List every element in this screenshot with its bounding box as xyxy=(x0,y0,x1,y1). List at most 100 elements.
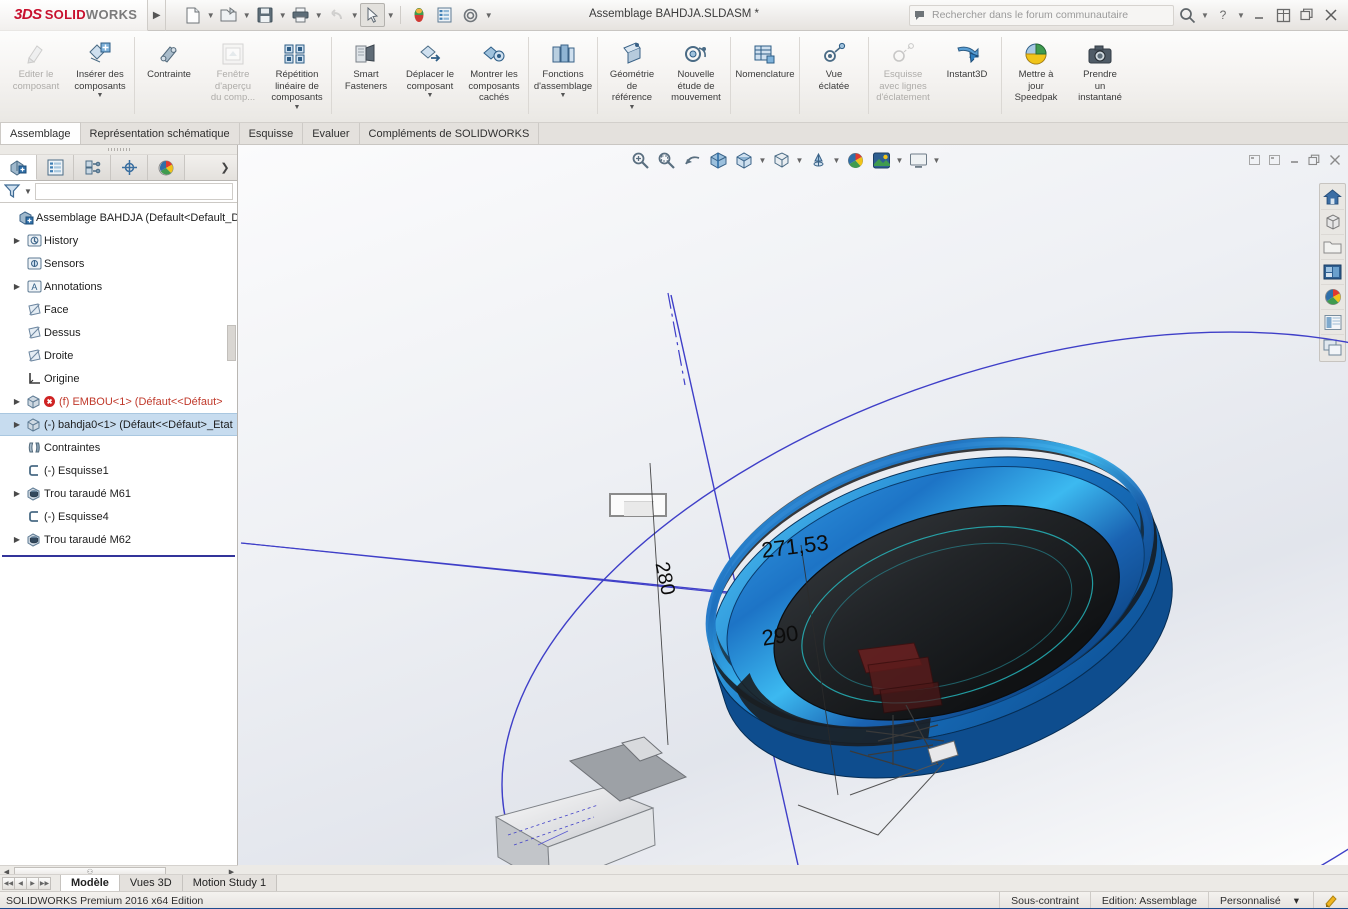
configuration-manager-tab[interactable] xyxy=(74,155,111,180)
ribbon-button-instant3d[interactable]: Instant3D xyxy=(935,31,999,122)
command-tab-evaluer[interactable]: Evaluer xyxy=(302,123,359,144)
dimension-text[interactable]: 271,53 xyxy=(760,530,830,564)
print-icon[interactable] xyxy=(288,3,313,27)
ribbon-button-dropdown-icon[interactable]: ▼ xyxy=(97,93,104,99)
panel-tabs-overflow-icon[interactable]: ❯ xyxy=(213,155,237,180)
ribbon-button-linear-component-pattern[interactable]: Répétition linéaire de composants▼ xyxy=(265,31,329,122)
ribbon-button-reference-geometry[interactable]: Géométrie de référence▼ xyxy=(600,31,664,122)
tree-filter-input[interactable] xyxy=(35,183,233,200)
panel-grip[interactable] xyxy=(0,145,237,155)
display-manager-tab[interactable] xyxy=(148,155,185,180)
undo-dropdown-icon[interactable]: ▼ xyxy=(350,3,359,27)
ribbon-button-dropdown-icon[interactable]: ▼ xyxy=(629,105,636,111)
property-manager-tab[interactable] xyxy=(37,155,74,180)
feature-manager-tab[interactable] xyxy=(0,155,37,180)
maximize-button[interactable] xyxy=(1296,4,1318,26)
ribbon-button-dropdown-icon[interactable]: ▼ xyxy=(294,105,301,111)
select-tool-icon[interactable] xyxy=(360,3,385,27)
ribbon-separator xyxy=(597,37,598,114)
graphics-area[interactable]: ▼▼▼▼▼ xyxy=(238,145,1348,865)
tab-last-button[interactable]: ▶▶ xyxy=(38,877,51,890)
print-dropdown-icon[interactable]: ▼ xyxy=(314,3,323,27)
ribbon-button-label: Insérer des composants xyxy=(73,69,126,92)
tree-expander-icon[interactable]: ▶ xyxy=(10,282,24,291)
document-tab-mod-le[interactable]: Modèle xyxy=(60,875,120,891)
filter-dropdown-icon[interactable]: ▼ xyxy=(24,187,32,196)
tree-item[interactable]: ▶Trou taraudé M61 xyxy=(0,482,237,505)
tree-item[interactable]: Face xyxy=(0,298,237,321)
ribbon-button-update-speedpak[interactable]: Mettre à jour Speedpak xyxy=(1004,31,1068,122)
ribbon-button-new-motion-study[interactable]: Nouvelle étude de mouvement xyxy=(664,31,728,122)
tree-item[interactable]: Droite xyxy=(0,344,237,367)
ribbon-button-dropdown-icon[interactable]: ▼ xyxy=(427,93,434,99)
command-tab-repr-sentation-sch-matique[interactable]: Représentation schématique xyxy=(80,123,240,144)
tree-item[interactable]: Sensors xyxy=(0,252,237,275)
ribbon-button-exploded-view[interactable]: Vue éclatée xyxy=(802,31,866,122)
tree-rollback-bar[interactable] xyxy=(2,555,235,557)
tree-expander-icon[interactable]: ▶ xyxy=(10,236,24,245)
smart-fasteners-icon xyxy=(353,36,379,66)
restore-button[interactable] xyxy=(1272,4,1294,26)
file-properties-icon[interactable] xyxy=(432,3,457,27)
search-icon[interactable] xyxy=(1176,4,1198,26)
select-tool-dropdown-icon[interactable]: ▼ xyxy=(386,3,395,27)
tree-expander-icon[interactable]: ▶ xyxy=(10,535,24,544)
command-tab-esquisse[interactable]: Esquisse xyxy=(239,123,304,144)
tree-expander-icon[interactable]: ▶ xyxy=(10,397,24,406)
close-button[interactable] xyxy=(1320,4,1342,26)
command-tab-compl-ments-de-solidworks[interactable]: Compléments de SOLIDWORKS xyxy=(359,123,540,144)
open-document-icon[interactable] xyxy=(216,3,241,27)
dimxpert-manager-tab[interactable] xyxy=(111,155,148,180)
search-dropdown-icon[interactable]: ▼ xyxy=(1200,4,1210,26)
menu-expand-arrow-icon[interactable]: ▶ xyxy=(148,0,166,31)
new-document-dropdown-icon[interactable]: ▼ xyxy=(206,3,215,27)
minimize-button[interactable] xyxy=(1248,4,1270,26)
units-label[interactable]: Personnalisé xyxy=(1208,892,1292,909)
help-dropdown-icon[interactable]: ▼ xyxy=(1236,4,1246,26)
ribbon-button-take-snapshot[interactable]: Prendre un instantané xyxy=(1068,31,1132,122)
ribbon-button-insert-components[interactable]: Insérer des composants▼ xyxy=(68,31,132,122)
options-dropdown-icon[interactable]: ▼ xyxy=(484,3,493,27)
ribbon-button-assembly-features[interactable]: Fonctions d'assemblage▼ xyxy=(531,31,595,122)
tree-vertical-scrollbar[interactable] xyxy=(227,325,236,361)
help-button[interactable]: ? xyxy=(1212,4,1234,26)
rebuild-icon[interactable] xyxy=(406,3,431,27)
save-icon[interactable] xyxy=(252,3,277,27)
tree-item[interactable]: (-) Esquisse1 xyxy=(0,459,237,482)
solidworks-logo[interactable]: 3DS SOLID WORKS xyxy=(0,0,148,31)
ribbon-button-smart-fasteners[interactable]: Smart Fasteners xyxy=(334,31,398,122)
ribbon-button-mate[interactable]: Contrainte xyxy=(137,31,201,122)
tree-item[interactable]: Contraintes xyxy=(0,436,237,459)
options-gear-icon[interactable] xyxy=(458,3,483,27)
tree-item[interactable]: ▶History xyxy=(0,229,237,252)
ribbon-button-bill-of-materials[interactable]: Nomenclature xyxy=(733,31,797,122)
search-input[interactable]: Rechercher dans le forum communautaire xyxy=(909,5,1174,26)
tree-item[interactable]: ▶(-) bahdja0<1> (Défaut<<Défaut>_Etat xyxy=(0,413,237,436)
tree-item[interactable]: ▶Trou taraudé M62 xyxy=(0,528,237,551)
tree-item[interactable]: ▶✖(f) EMBOU<1> (Défaut<<Défaut> xyxy=(0,390,237,413)
ribbon-separator xyxy=(528,37,529,114)
ribbon-button-move-component[interactable]: Déplacer le composant▼ xyxy=(398,31,462,122)
new-document-icon[interactable] xyxy=(180,3,205,27)
undo-icon[interactable] xyxy=(324,3,349,27)
dimension-text[interactable]: 280 xyxy=(650,560,679,597)
tree-expander-icon[interactable]: ▶ xyxy=(10,489,24,498)
tree-item[interactable]: Origine xyxy=(0,367,237,390)
ribbon-separator xyxy=(799,37,800,114)
tree-item[interactable]: Dessus xyxy=(0,321,237,344)
tree-expander-icon[interactable]: ▶ xyxy=(10,420,24,429)
tree-item[interactable]: (-) Esquisse4 xyxy=(0,505,237,528)
save-dropdown-icon[interactable]: ▼ xyxy=(278,3,287,27)
open-document-dropdown-icon[interactable]: ▼ xyxy=(242,3,251,27)
document-tab-motion-study-1[interactable]: Motion Study 1 xyxy=(182,875,277,891)
tree-item[interactable]: ▶AAnnotations xyxy=(0,275,237,298)
units-dropdown-icon[interactable]: ▾ xyxy=(1292,892,1313,909)
tree-root-node[interactable]: Assemblage BAHDJA (Default<Default_Dis xyxy=(0,206,237,229)
command-tab-assemblage[interactable]: Assemblage xyxy=(0,122,81,144)
ribbon-button-label: Déplacer le composant xyxy=(405,69,455,92)
ribbon-button-dropdown-icon[interactable]: ▼ xyxy=(560,93,567,99)
dimension-text[interactable]: 290 xyxy=(760,620,800,651)
ribbon-button-show-hidden-components[interactable]: Montrer les composants cachés xyxy=(462,31,526,122)
edit-mode-label: Edition: Assemblage xyxy=(1090,892,1208,909)
document-tab-vues-3d[interactable]: Vues 3D xyxy=(119,875,183,891)
